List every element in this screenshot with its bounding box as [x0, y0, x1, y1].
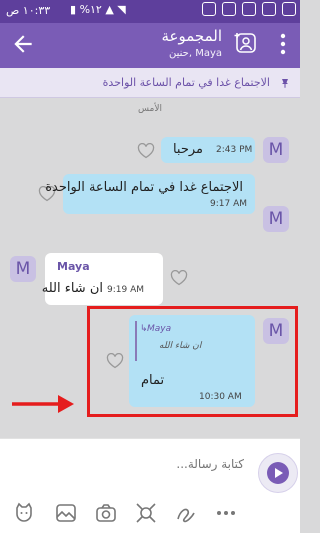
overflow-menu-icon[interactable] [280, 33, 286, 55]
message-time: 2:43 PM [216, 145, 253, 155]
highlight-annotation-box [87, 306, 298, 417]
system-icons: ▮ %١٢ ▲ ◥ [70, 3, 126, 16]
clock: ١٠:٣٣ ص [6, 4, 51, 17]
pinned-message-text: الاجتماع غدا في تمام الساعة الواحدة [102, 76, 270, 89]
pinned-message-bar[interactable]: الاجتماع غدا في تمام الساعة الواحدة [0, 68, 300, 98]
more-options-icon[interactable] [214, 501, 238, 525]
gif-icon[interactable] [134, 501, 158, 525]
app-icon [262, 2, 276, 16]
message-input[interactable] [14, 451, 244, 477]
send-icon [267, 462, 289, 484]
app-icon [242, 2, 256, 16]
like-heart-icon[interactable] [137, 143, 155, 159]
notification-icons [202, 2, 296, 16]
app-icon [222, 2, 236, 16]
message-bubble-outgoing[interactable]: مرحبا 2:43 PM [161, 137, 255, 163]
message-bubble-incoming[interactable]: Maya ان شاء الله 9:19 AM [41, 253, 163, 305]
send-button[interactable] [258, 453, 298, 493]
sticker-icon[interactable] [12, 501, 36, 525]
camera-icon[interactable] [94, 501, 118, 525]
date-separator: الأمس [138, 104, 162, 114]
gallery-icon[interactable] [54, 501, 78, 525]
pin-icon [282, 79, 288, 88]
app-icon [282, 2, 296, 16]
message-text: مرحبا [172, 142, 203, 157]
avatar[interactable]: M [10, 256, 36, 282]
message-bubble-outgoing[interactable]: الاجتماع غدا في تمام الساعة الواحدة 9:17… [45, 174, 255, 214]
like-heart-icon[interactable] [170, 270, 188, 286]
avatar[interactable]: M [263, 137, 289, 163]
sender-name: Maya [57, 260, 90, 273]
add-member-icon[interactable] [234, 31, 258, 55]
app-icon [202, 2, 216, 16]
chat-title[interactable]: المجموعة [161, 27, 222, 45]
annotation-arrow-icon [12, 395, 74, 413]
attachment-toolbar [0, 501, 250, 527]
message-time: 9:17 AM [210, 199, 247, 209]
chat-members: Maya ,حنين [169, 48, 222, 59]
message-time: 9:19 AM [107, 285, 144, 295]
doodle-icon[interactable] [174, 501, 198, 525]
message-composer [0, 438, 300, 533]
message-text: ان شاء الله [41, 281, 103, 296]
message-text: الاجتماع غدا في تمام الساعة الواحدة [45, 180, 243, 195]
back-arrow-icon[interactable] [10, 31, 36, 57]
status-bar: ١٠:٣٣ ص ▮ %١٢ ▲ ◥ [0, 0, 300, 23]
chat-header: المجموعة Maya ,حنين [0, 23, 300, 68]
avatar[interactable]: M [263, 206, 289, 232]
